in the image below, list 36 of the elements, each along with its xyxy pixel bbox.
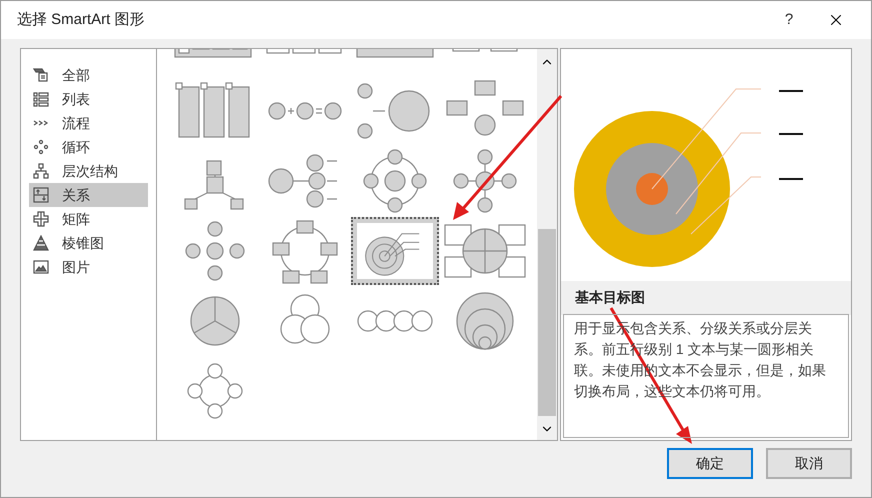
layout-thumbnail-drawing <box>280 294 330 344</box>
category-item[interactable]: 流程 <box>29 111 148 135</box>
category-item[interactable]: 图片 <box>29 255 148 279</box>
category-item[interactable]: 列表 <box>29 87 148 111</box>
category-item[interactable]: 棱锥图 <box>29 231 148 255</box>
category-item[interactable]: 关系 <box>29 183 148 207</box>
scrollbar[interactable] <box>537 49 557 440</box>
layout-thumbnail-drawing <box>272 220 338 284</box>
category-icon <box>33 259 49 275</box>
layout-thumbnail-drawing <box>365 233 420 276</box>
preview-title: 基本目标图 <box>574 288 646 307</box>
category-icon <box>33 163 49 179</box>
layout-thumbnail-drawing <box>187 363 243 419</box>
category-icon <box>33 211 49 227</box>
layout-thumbnail-drawing <box>185 221 245 281</box>
layout-thumbnail-drawing <box>268 154 338 208</box>
category-icon <box>33 91 49 107</box>
category-icon <box>33 235 49 251</box>
category-item[interactable]: 循环 <box>29 135 148 159</box>
scrollbar-thumb[interactable] <box>538 229 556 416</box>
category-item[interactable]: 层次结构 <box>29 159 148 183</box>
category-item[interactable]: 全部 <box>29 63 148 87</box>
help-button[interactable]: ? <box>769 1 809 39</box>
category-icon <box>33 139 49 155</box>
window-title: 选择 SmartArt 图形 <box>17 10 146 30</box>
layout-option[interactable] <box>351 217 439 285</box>
layout-thumbnail-drawing <box>363 149 427 213</box>
category-icon <box>33 187 49 203</box>
layout-thumbnail-drawing <box>184 160 244 210</box>
layout-thumbnail-drawing <box>456 292 514 350</box>
dialog-button[interactable]: 确定 <box>667 448 753 479</box>
layout-thumbnail-drawing <box>453 149 517 213</box>
layout-thumbnail-drawing <box>190 296 240 346</box>
category-item[interactable]: 矩阵 <box>29 207 148 231</box>
dialog-button[interactable]: 取消 <box>766 448 852 479</box>
category-icon <box>33 67 49 83</box>
